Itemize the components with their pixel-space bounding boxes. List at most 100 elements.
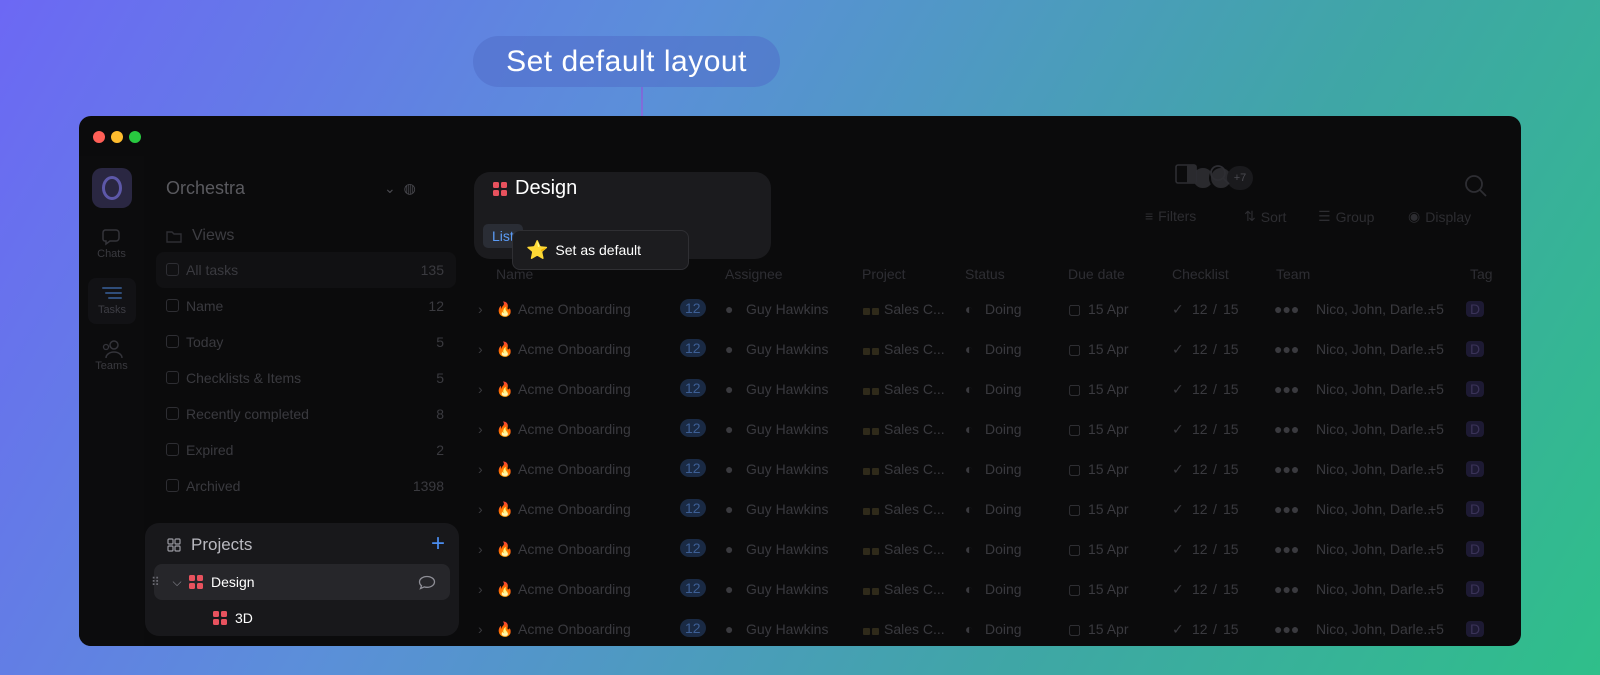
drag-handle-icon[interactable]: ⠿ [151,575,165,589]
table-row[interactable]: › 🔥 Acme Onboarding 12 ● Guy Hawkins Sales C..… [464,609,1521,646]
due-date[interactable]: 15 Apr [1088,501,1128,517]
add-project-button[interactable]: + [431,531,445,557]
table-row[interactable]: › 🔥 Acme Onboarding 12 ● Guy Hawkins Sales C..… [464,409,1521,449]
task-name[interactable]: Acme Onboarding [518,421,631,437]
task-name[interactable]: Acme Onboarding [518,461,631,477]
chevron-right-icon[interactable]: › [478,461,483,477]
project-name[interactable]: Sales C... [884,421,945,437]
assignee-name[interactable]: Guy Hawkins [746,461,828,477]
chevron-right-icon[interactable]: › [478,341,483,357]
project-name[interactable]: Sales C... [884,621,945,637]
table-row[interactable]: › 🔥 Acme Onboarding 12 ● Guy Hawkins Sales C..… [464,289,1521,329]
tag-badge[interactable]: D [1466,621,1485,637]
team-names[interactable]: Nico, John, Darle... [1316,341,1435,357]
tag-badge[interactable]: D [1466,501,1485,517]
status-label[interactable]: Doing [985,341,1022,357]
chevron-right-icon[interactable]: › [478,541,483,557]
assignee-name[interactable]: Guy Hawkins [746,301,828,317]
tag-badge[interactable]: D [1466,581,1485,597]
status-label[interactable]: Doing [985,621,1022,637]
tag-badge[interactable]: D [1466,421,1485,437]
task-name[interactable]: Acme Onboarding [518,341,631,357]
status-label[interactable]: Doing [985,381,1022,397]
assignee-name[interactable]: Guy Hawkins [746,501,828,517]
project-name[interactable]: Sales C... [884,461,945,477]
panel-toggle-icon[interactable] [1175,164,1197,184]
assignee-name[interactable]: Guy Hawkins [746,621,828,637]
status-label[interactable]: Doing [985,421,1022,437]
project-name[interactable]: Sales C... [884,341,945,357]
chevron-right-icon[interactable]: › [478,381,483,397]
status-label[interactable]: Doing [985,501,1022,517]
tag-badge[interactable]: D [1466,301,1485,317]
sort-button[interactable]: ⇅ Sort [1244,208,1286,225]
column-header[interactable]: Status [965,266,1005,282]
close-window-button[interactable] [93,131,105,143]
search-icon[interactable] [1464,174,1488,198]
project-item-design[interactable]: ⠿ ⌵ Design [151,564,450,600]
due-date[interactable]: 15 Apr [1088,621,1128,637]
table-row[interactable]: › 🔥 Acme Onboarding 12 ● Guy Hawkins Sales C..… [464,569,1521,609]
chevron-right-icon[interactable]: › [478,501,483,517]
set-default-popover[interactable]: ⭐ Set as default [512,230,689,270]
team-names[interactable]: Nico, John, Darle... [1316,461,1435,477]
team-names[interactable]: Nico, John, Darle... [1316,581,1435,597]
status-label[interactable]: Doing [985,581,1022,597]
project-item-3d[interactable]: 3D [154,600,450,636]
project-name[interactable]: Sales C... [884,301,945,317]
assignee-name[interactable]: Guy Hawkins [746,381,828,397]
column-header[interactable]: Assignee [725,266,783,282]
table-row[interactable]: › 🔥 Acme Onboarding 12 ● Guy Hawkins Sales C..… [464,529,1521,569]
project-name[interactable]: Sales C... [884,381,945,397]
tag-badge[interactable]: D [1466,341,1485,357]
app-logo[interactable] [92,168,132,208]
task-name[interactable]: Acme Onboarding [518,541,631,557]
team-names[interactable]: Nico, John, Darle... [1316,421,1435,437]
due-date[interactable]: 15 Apr [1088,301,1128,317]
status-label[interactable]: Doing [985,461,1022,477]
workspace-title[interactable]: Orchestra [166,178,245,199]
due-date[interactable]: 15 Apr [1088,341,1128,357]
task-name[interactable]: Acme Onboarding [518,621,631,637]
task-name[interactable]: Acme Onboarding [518,501,631,517]
chevron-right-icon[interactable]: › [478,621,483,637]
task-name[interactable]: Acme Onboarding [518,301,631,317]
due-date[interactable]: 15 Apr [1088,461,1128,477]
rail-item-teams[interactable]: Teams [79,338,144,372]
view-expired[interactable]: Expired 2 [156,432,456,468]
view-archived[interactable]: Archived 1398 [156,468,456,504]
column-header[interactable]: Due date [1068,266,1125,282]
due-date[interactable]: 15 Apr [1088,581,1128,597]
maximize-window-button[interactable] [129,131,141,143]
tag-badge[interactable]: D [1466,541,1485,557]
assignee-name[interactable]: Guy Hawkins [746,541,828,557]
assignee-name[interactable]: Guy Hawkins [746,581,828,597]
table-row[interactable]: › 🔥 Acme Onboarding 12 ● Guy Hawkins Sales C..… [464,369,1521,409]
assignee-name[interactable]: Guy Hawkins [746,341,828,357]
view-recently-completed[interactable]: Recently completed 8 [156,396,456,432]
display-button[interactable]: ◉ Display [1408,208,1471,225]
chevron-right-icon[interactable]: › [478,301,483,317]
status-label[interactable]: Doing [985,541,1022,557]
table-row[interactable]: › 🔥 Acme Onboarding 12 ● Guy Hawkins Sales C..… [464,329,1521,369]
team-names[interactable]: Nico, John, Darle... [1316,301,1435,317]
project-name[interactable]: Sales C... [884,541,945,557]
search-icon[interactable] [1209,164,1231,186]
minimize-window-button[interactable] [111,131,123,143]
assignee-name[interactable]: Guy Hawkins [746,421,828,437]
view-today[interactable]: Today 5 [156,324,456,360]
due-date[interactable]: 15 Apr [1088,421,1128,437]
view-all-tasks[interactable]: All tasks 135 [156,252,456,288]
view-name[interactable]: Name 12 [156,288,456,324]
team-names[interactable]: Nico, John, Darle... [1316,621,1435,637]
column-header[interactable]: Project [862,266,906,282]
due-date[interactable]: 15 Apr [1088,541,1128,557]
rail-item-chats[interactable]: Chats [79,226,144,260]
chevron-right-icon[interactable]: › [478,421,483,437]
group-button[interactable]: ☰ Group [1318,208,1374,225]
project-name[interactable]: Sales C... [884,581,945,597]
chevron-down-icon[interactable]: ⌄ [384,180,396,196]
status-label[interactable]: Doing [985,301,1022,317]
refresh-icon[interactable]: ◍ [404,180,416,196]
task-name[interactable]: Acme Onboarding [518,381,631,397]
